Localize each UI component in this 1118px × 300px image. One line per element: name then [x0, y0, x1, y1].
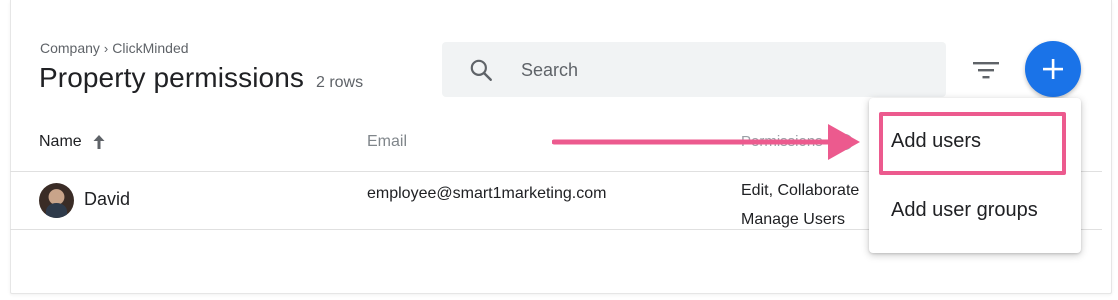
filter-icon[interactable]	[970, 56, 1002, 84]
menu-item-add-user-groups[interactable]: Add user groups	[891, 199, 1038, 222]
arrow-up-icon	[93, 135, 105, 149]
user-email: employee@smart1marketing.com	[367, 185, 607, 202]
column-header-name[interactable]: Name	[39, 133, 106, 151]
breadcrumb-parent[interactable]: Company	[40, 40, 100, 56]
title-row: Property permissions 2 rows	[39, 62, 363, 94]
breadcrumb-current[interactable]: ClickMinded	[112, 40, 188, 56]
annotation-arrow	[552, 124, 860, 160]
plus-icon	[1043, 59, 1063, 79]
column-header-name-label: Name	[39, 133, 82, 150]
user-name: David	[84, 189, 131, 209]
breadcrumb-separator: ›	[103, 40, 109, 56]
column-header-email[interactable]: Email	[367, 133, 407, 151]
permissions-line-1: Edit, Collaborate	[741, 182, 860, 199]
add-menu: Add users Add user groups	[869, 98, 1081, 253]
search-input[interactable]	[521, 56, 901, 84]
column-header-email-label: Email	[367, 133, 408, 150]
search-bar[interactable]	[442, 42, 946, 97]
avatar	[39, 183, 74, 218]
user-permissions: Edit, Collaborate Manage Users	[741, 176, 871, 234]
add-button[interactable]	[1025, 41, 1081, 97]
search-icon	[470, 59, 492, 81]
row-count: 2 rows	[315, 74, 364, 91]
menu-item-add-users[interactable]: Add users	[891, 130, 981, 153]
page-title: Property permissions	[39, 62, 304, 93]
breadcrumb: Company › ClickMinded	[40, 40, 189, 56]
